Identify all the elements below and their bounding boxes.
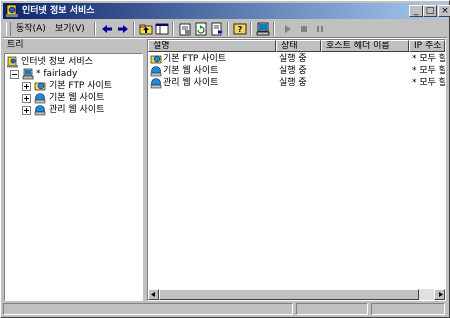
maximize-button[interactable]: □ bbox=[423, 5, 437, 17]
menubar-grip bbox=[6, 22, 11, 36]
column-header-ip-address[interactable]: IP 주소 bbox=[409, 40, 445, 52]
expand-toggle-icon[interactable] bbox=[22, 106, 31, 115]
web-site-icon bbox=[150, 66, 162, 77]
up-folder-icon[interactable] bbox=[139, 22, 153, 36]
server-computer-icon bbox=[22, 68, 34, 80]
row-description: 관리 웹 사이트 bbox=[163, 78, 219, 88]
column-header-status[interactable]: 상태 bbox=[276, 40, 321, 52]
web-site-icon bbox=[34, 105, 46, 116]
tree-pane[interactable]: 인터넷 정보 서비스 * fairlady 기본 FTP 사이트 기본 웹 사이… bbox=[4, 53, 143, 301]
properties-icon[interactable] bbox=[178, 22, 192, 36]
export-list-icon[interactable] bbox=[210, 22, 224, 36]
scroll-left-icon bbox=[151, 292, 155, 297]
tree-tab[interactable]: 트리 bbox=[4, 39, 143, 52]
tree-node-admin-web-site[interactable]: 관리 웹 사이트 bbox=[5, 104, 142, 116]
tree-node-root[interactable]: 인터넷 정보 서비스 bbox=[5, 56, 142, 68]
help-icon[interactable]: ? bbox=[233, 22, 247, 36]
tree-node-default-web-site[interactable]: 기본 웹 사이트 bbox=[5, 92, 142, 104]
pause-icon[interactable] bbox=[313, 22, 327, 36]
scroll-right-icon bbox=[439, 292, 443, 297]
tree-node-ftp-site[interactable]: 기본 FTP 사이트 bbox=[5, 80, 142, 92]
tree-tab-label: 트리 bbox=[7, 40, 24, 50]
row-ip: * 모두 할 bbox=[412, 54, 445, 64]
row-status: 실행 중 bbox=[279, 54, 307, 64]
tree-child-label: 관리 웹 사이트 bbox=[49, 105, 105, 115]
status-bar bbox=[3, 302, 447, 315]
start-icon[interactable] bbox=[281, 22, 295, 36]
maximize-icon: □ bbox=[425, 6, 435, 16]
column-header-description[interactable]: 설명 bbox=[148, 40, 276, 52]
close-icon: × bbox=[441, 6, 449, 16]
iis-service-icon bbox=[7, 56, 18, 68]
toolbar-separator bbox=[133, 22, 135, 36]
toolbar-separator bbox=[94, 22, 96, 36]
list-pane[interactable]: 설명 상태 호스트 헤더 이름 IP 주소 기본 FTP 사이트 실행 중 * … bbox=[147, 39, 446, 301]
row-status: 실행 중 bbox=[279, 78, 307, 88]
expand-toggle-icon[interactable] bbox=[22, 82, 31, 91]
row-ip: * 모두 할 bbox=[412, 78, 445, 88]
refresh-icon[interactable] bbox=[194, 22, 208, 36]
title-bar[interactable]: 인터넷 정보 서비스 _ □ × bbox=[3, 3, 450, 19]
computer-icon[interactable] bbox=[256, 22, 270, 36]
status-panel-tertiary bbox=[371, 303, 445, 315]
menu-action[interactable]: 동작(A) bbox=[16, 23, 46, 35]
row-ip: * 모두 할 bbox=[412, 66, 445, 76]
menu-toolbar: 동작(A) 보기(V) ? bbox=[3, 20, 447, 38]
ftp-site-icon bbox=[150, 55, 162, 64]
minimize-button[interactable]: _ bbox=[409, 5, 423, 17]
toolbar-separator bbox=[250, 22, 252, 36]
forward-icon[interactable] bbox=[116, 22, 130, 36]
minimize-icon: _ bbox=[413, 6, 419, 16]
scroll-thumb[interactable] bbox=[159, 289, 419, 300]
window-title: 인터넷 정보 서비스 bbox=[22, 6, 95, 16]
status-panel-main bbox=[3, 303, 293, 315]
row-description: 기본 웹 사이트 bbox=[163, 66, 219, 76]
scroll-right-button[interactable] bbox=[434, 289, 445, 300]
row-description: 기본 FTP 사이트 bbox=[163, 54, 227, 64]
iis-app-icon bbox=[6, 4, 18, 17]
tree-server-label: * fairlady bbox=[36, 69, 78, 79]
scroll-left-button[interactable] bbox=[148, 289, 159, 300]
list-row[interactable]: 기본 웹 사이트 실행 중 * 모두 할 bbox=[148, 65, 445, 77]
tree-child-label: 기본 웹 사이트 bbox=[49, 93, 105, 103]
main-window: 인터넷 정보 서비스 _ □ × 동작(A) 보기(V) ? 트리 인터넷 정보… bbox=[0, 0, 450, 318]
ftp-site-icon bbox=[34, 82, 46, 91]
list-row[interactable]: 관리 웹 사이트 실행 중 * 모두 할 bbox=[148, 77, 445, 89]
toolbar-separator bbox=[172, 22, 174, 36]
back-icon[interactable] bbox=[100, 22, 114, 36]
web-site-icon bbox=[34, 93, 46, 104]
svg-text:?: ? bbox=[238, 25, 243, 34]
tree-child-label: 기본 FTP 사이트 bbox=[49, 81, 113, 91]
horizontal-scrollbar[interactable] bbox=[148, 289, 445, 300]
status-panel-secondary bbox=[296, 303, 368, 315]
web-site-icon bbox=[150, 78, 162, 89]
toolbar-separator bbox=[273, 22, 275, 36]
show-hide-tree-icon[interactable] bbox=[155, 22, 169, 36]
toolbar-separator bbox=[227, 22, 229, 36]
expand-toggle-icon[interactable] bbox=[22, 94, 31, 103]
tree-root-label: 인터넷 정보 서비스 bbox=[21, 57, 93, 67]
row-status: 실행 중 bbox=[279, 66, 307, 76]
close-button[interactable]: × bbox=[438, 5, 450, 17]
collapse-toggle-icon[interactable] bbox=[10, 70, 19, 79]
tree-node-server[interactable]: * fairlady bbox=[5, 68, 142, 80]
column-header-host-header[interactable]: 호스트 헤더 이름 bbox=[321, 40, 409, 52]
list-row[interactable]: 기본 FTP 사이트 실행 중 * 모두 할 bbox=[148, 53, 445, 65]
menu-view[interactable]: 보기(V) bbox=[55, 23, 85, 35]
stop-icon[interactable] bbox=[297, 22, 311, 36]
